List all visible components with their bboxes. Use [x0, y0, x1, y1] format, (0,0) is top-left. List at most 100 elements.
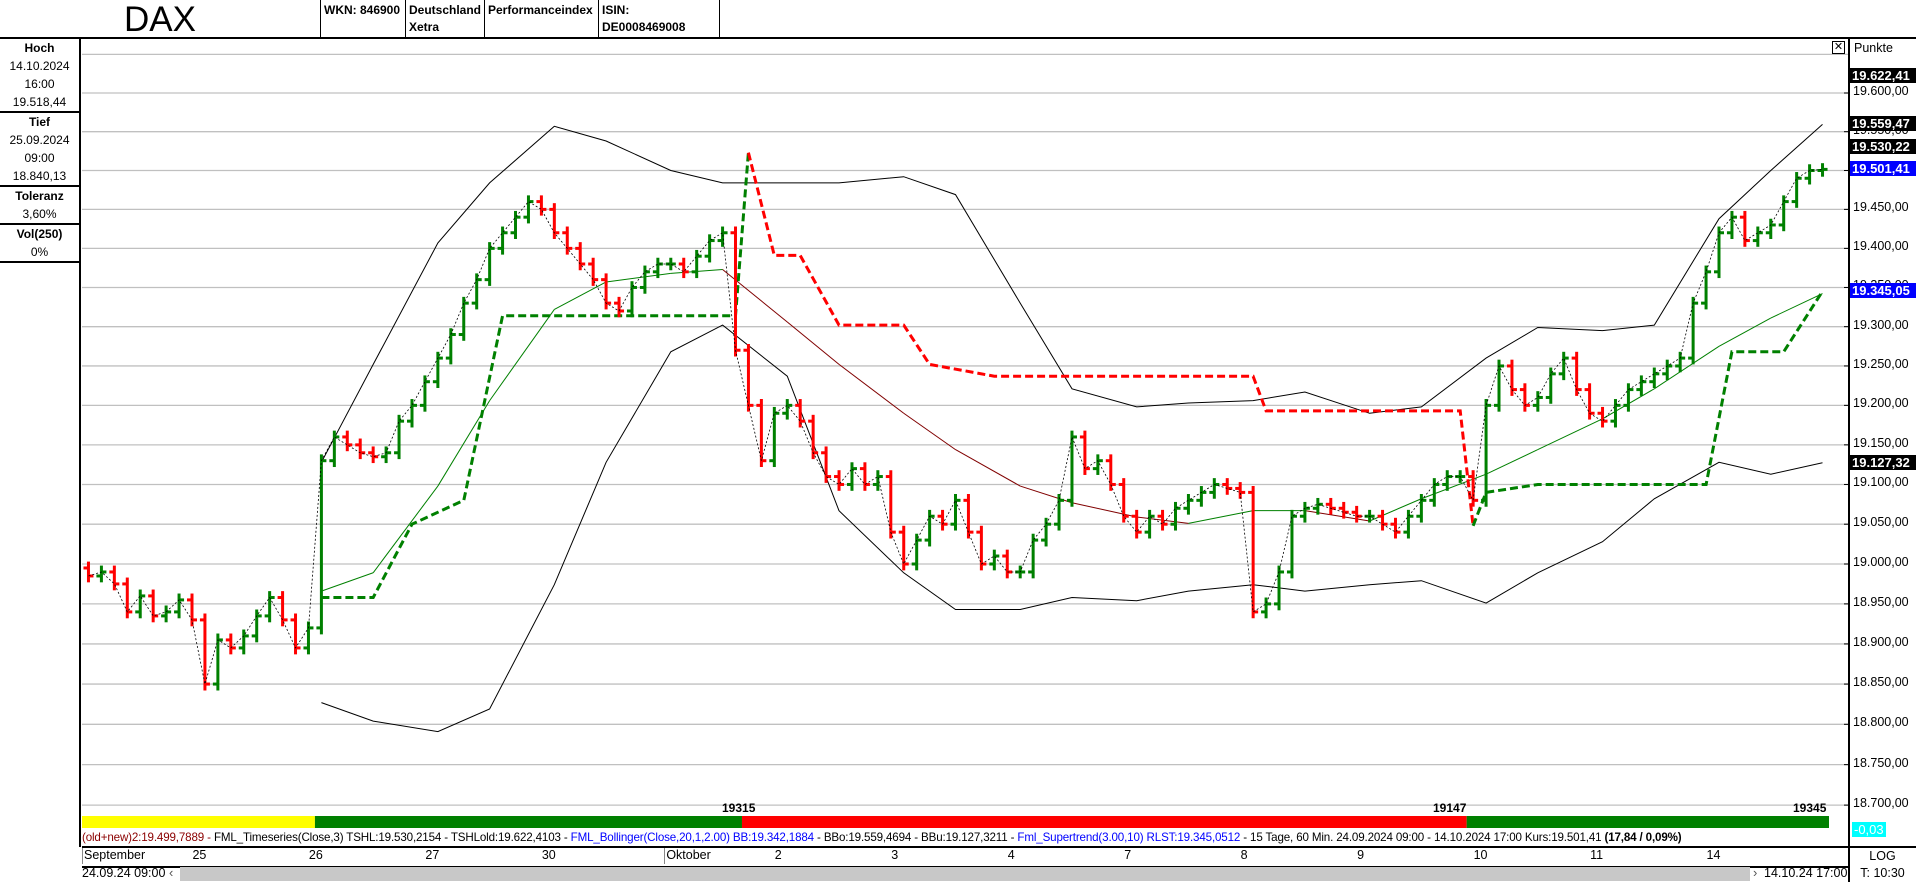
price-tag: 19.622,41 [1850, 67, 1916, 83]
price-tag: 19.559,47 [1850, 116, 1916, 132]
y-tick-label: 19.200,00 [1853, 396, 1909, 411]
ohlc-bar [717, 226, 728, 247]
change-tag: -0,03 [1852, 822, 1886, 837]
trend-bar-label-2: 19147 [1433, 801, 1467, 815]
range-start: 24.09.24 09:00 [82, 866, 166, 880]
ohlc-bar [1209, 478, 1220, 499]
ohlc-bar [1196, 486, 1207, 507]
x-tick-label: 26 [308, 848, 323, 862]
timeseries-line [88, 169, 1823, 685]
grid-lines [82, 53, 1848, 806]
ohlc-bar [1778, 195, 1789, 232]
y-tick-label: 18.900,00 [1853, 634, 1909, 649]
ohlc-bar [678, 257, 689, 279]
info-timeseries: FML_Timeseries(Close,3) TSHL:19.530,2154… [213, 831, 571, 844]
ohlc-bar [238, 629, 249, 655]
ohlc-bar [575, 242, 586, 271]
unit-label: Punkte [1854, 41, 1893, 55]
trend-bar-label-3: 19345 [1793, 801, 1827, 815]
y-tick-label: 19.050,00 [1853, 515, 1909, 530]
bollinger-middle-segment [372, 485, 439, 574]
y-tick-label: 19.600,00 [1853, 84, 1909, 98]
close-chart-icon[interactable]: ✕ [1832, 41, 1845, 54]
ohlc-bar [1092, 454, 1103, 475]
ohlc-bar [769, 406, 780, 468]
x-tick-label: 25 [192, 848, 207, 862]
ohlc-bar [1636, 375, 1647, 396]
price-tag: 19.501,41 [1850, 161, 1916, 177]
ohlc-bar [1532, 391, 1543, 412]
x-tick-label: 7 [1124, 848, 1132, 862]
ohlc-bar [950, 493, 961, 531]
y-tick-label: 18.800,00 [1853, 715, 1909, 730]
ohlc-bar [1791, 172, 1802, 208]
ohlc-bar [872, 470, 883, 491]
ohlc-bar [549, 203, 560, 240]
ohlc-bar [924, 509, 935, 547]
ohlc-bar [1351, 505, 1362, 523]
x-tick-label: 4 [1007, 848, 1015, 862]
ohlc-bar [1286, 509, 1297, 579]
ohlc-bar [562, 226, 573, 255]
log-scale-toggle[interactable]: LOG [1849, 848, 1916, 865]
ohlc-bar [1325, 497, 1336, 515]
bollinger-middle-segment [722, 269, 788, 323]
price-chart[interactable] [0, 0, 1916, 882]
ohlc-bar [1066, 430, 1077, 507]
y-tick-label: 19.100,00 [1853, 475, 1909, 490]
ohlc-bar [96, 565, 107, 583]
ohlc-bar [161, 605, 172, 623]
price-tag: 19.345,05 [1850, 283, 1916, 299]
ohlc-bar [148, 589, 159, 623]
ohlc-bar [1377, 509, 1388, 531]
x-tick-label: 30 [541, 848, 556, 862]
ohlc-bar [795, 399, 806, 428]
ohlc-bar [911, 533, 922, 571]
ohlc-bar [1183, 493, 1194, 515]
bollinger-middle-segment [321, 572, 374, 592]
x-tick-label: 10 [1473, 848, 1488, 862]
ohlc-bar [937, 509, 948, 531]
price-bars [83, 163, 1828, 691]
ohlc-bar [264, 591, 275, 623]
range-end: 14.10.24 17:00 [1764, 866, 1848, 880]
ohlc-bar [743, 343, 754, 412]
scroll-left-button[interactable]: ‹ [169, 865, 173, 880]
month-tick [82, 848, 83, 864]
ohlc-bar [186, 593, 197, 627]
ohlc-bar [859, 462, 870, 491]
bollinger-lower-line [321, 324, 1823, 733]
ohlc-bar [419, 375, 430, 412]
ohlc-bar [1649, 367, 1660, 389]
ohlc-bar [1739, 210, 1750, 247]
ohlc-bar [497, 226, 508, 255]
bollinger-upper-line [320, 124, 1823, 463]
bollinger-middle-segment [606, 272, 671, 283]
bollinger-middle-segment [955, 449, 1021, 487]
time-scrollbar[interactable] [180, 867, 1750, 881]
y-tick-label: 19.250,00 [1853, 356, 1909, 371]
ohlc-bar [1584, 383, 1595, 420]
ohlc-bar [1506, 359, 1517, 396]
x-tick-label: 2 [774, 848, 782, 862]
bollinger-middle-segment [554, 281, 607, 310]
x-tick-label: 11 [1590, 848, 1604, 862]
ohlc-bar [846, 462, 857, 491]
ohlc-bar [316, 454, 327, 635]
x-tick-label: September [84, 848, 146, 862]
ohlc-bar [368, 446, 379, 464]
ohlc-bar [756, 399, 767, 468]
ohlc-bar [665, 257, 676, 271]
ohlc-bar [1752, 226, 1763, 247]
info-bollinger: FML_Bollinger(Close,20,1,2.00) BB:19.342… [570, 831, 814, 844]
ohlc-bar [355, 438, 366, 460]
price-tag: 19.530,22 [1850, 139, 1916, 155]
ohlc-bar [199, 613, 210, 691]
ohlc-bar [730, 226, 741, 357]
price-tag: 19.127,32 [1850, 454, 1916, 470]
ohlc-bar [277, 591, 288, 627]
month-tick [664, 848, 666, 864]
scroll-right-button[interactable]: › [1753, 865, 1757, 880]
ohlc-bar [536, 195, 547, 216]
y-tick-label: 18.750,00 [1853, 755, 1909, 770]
